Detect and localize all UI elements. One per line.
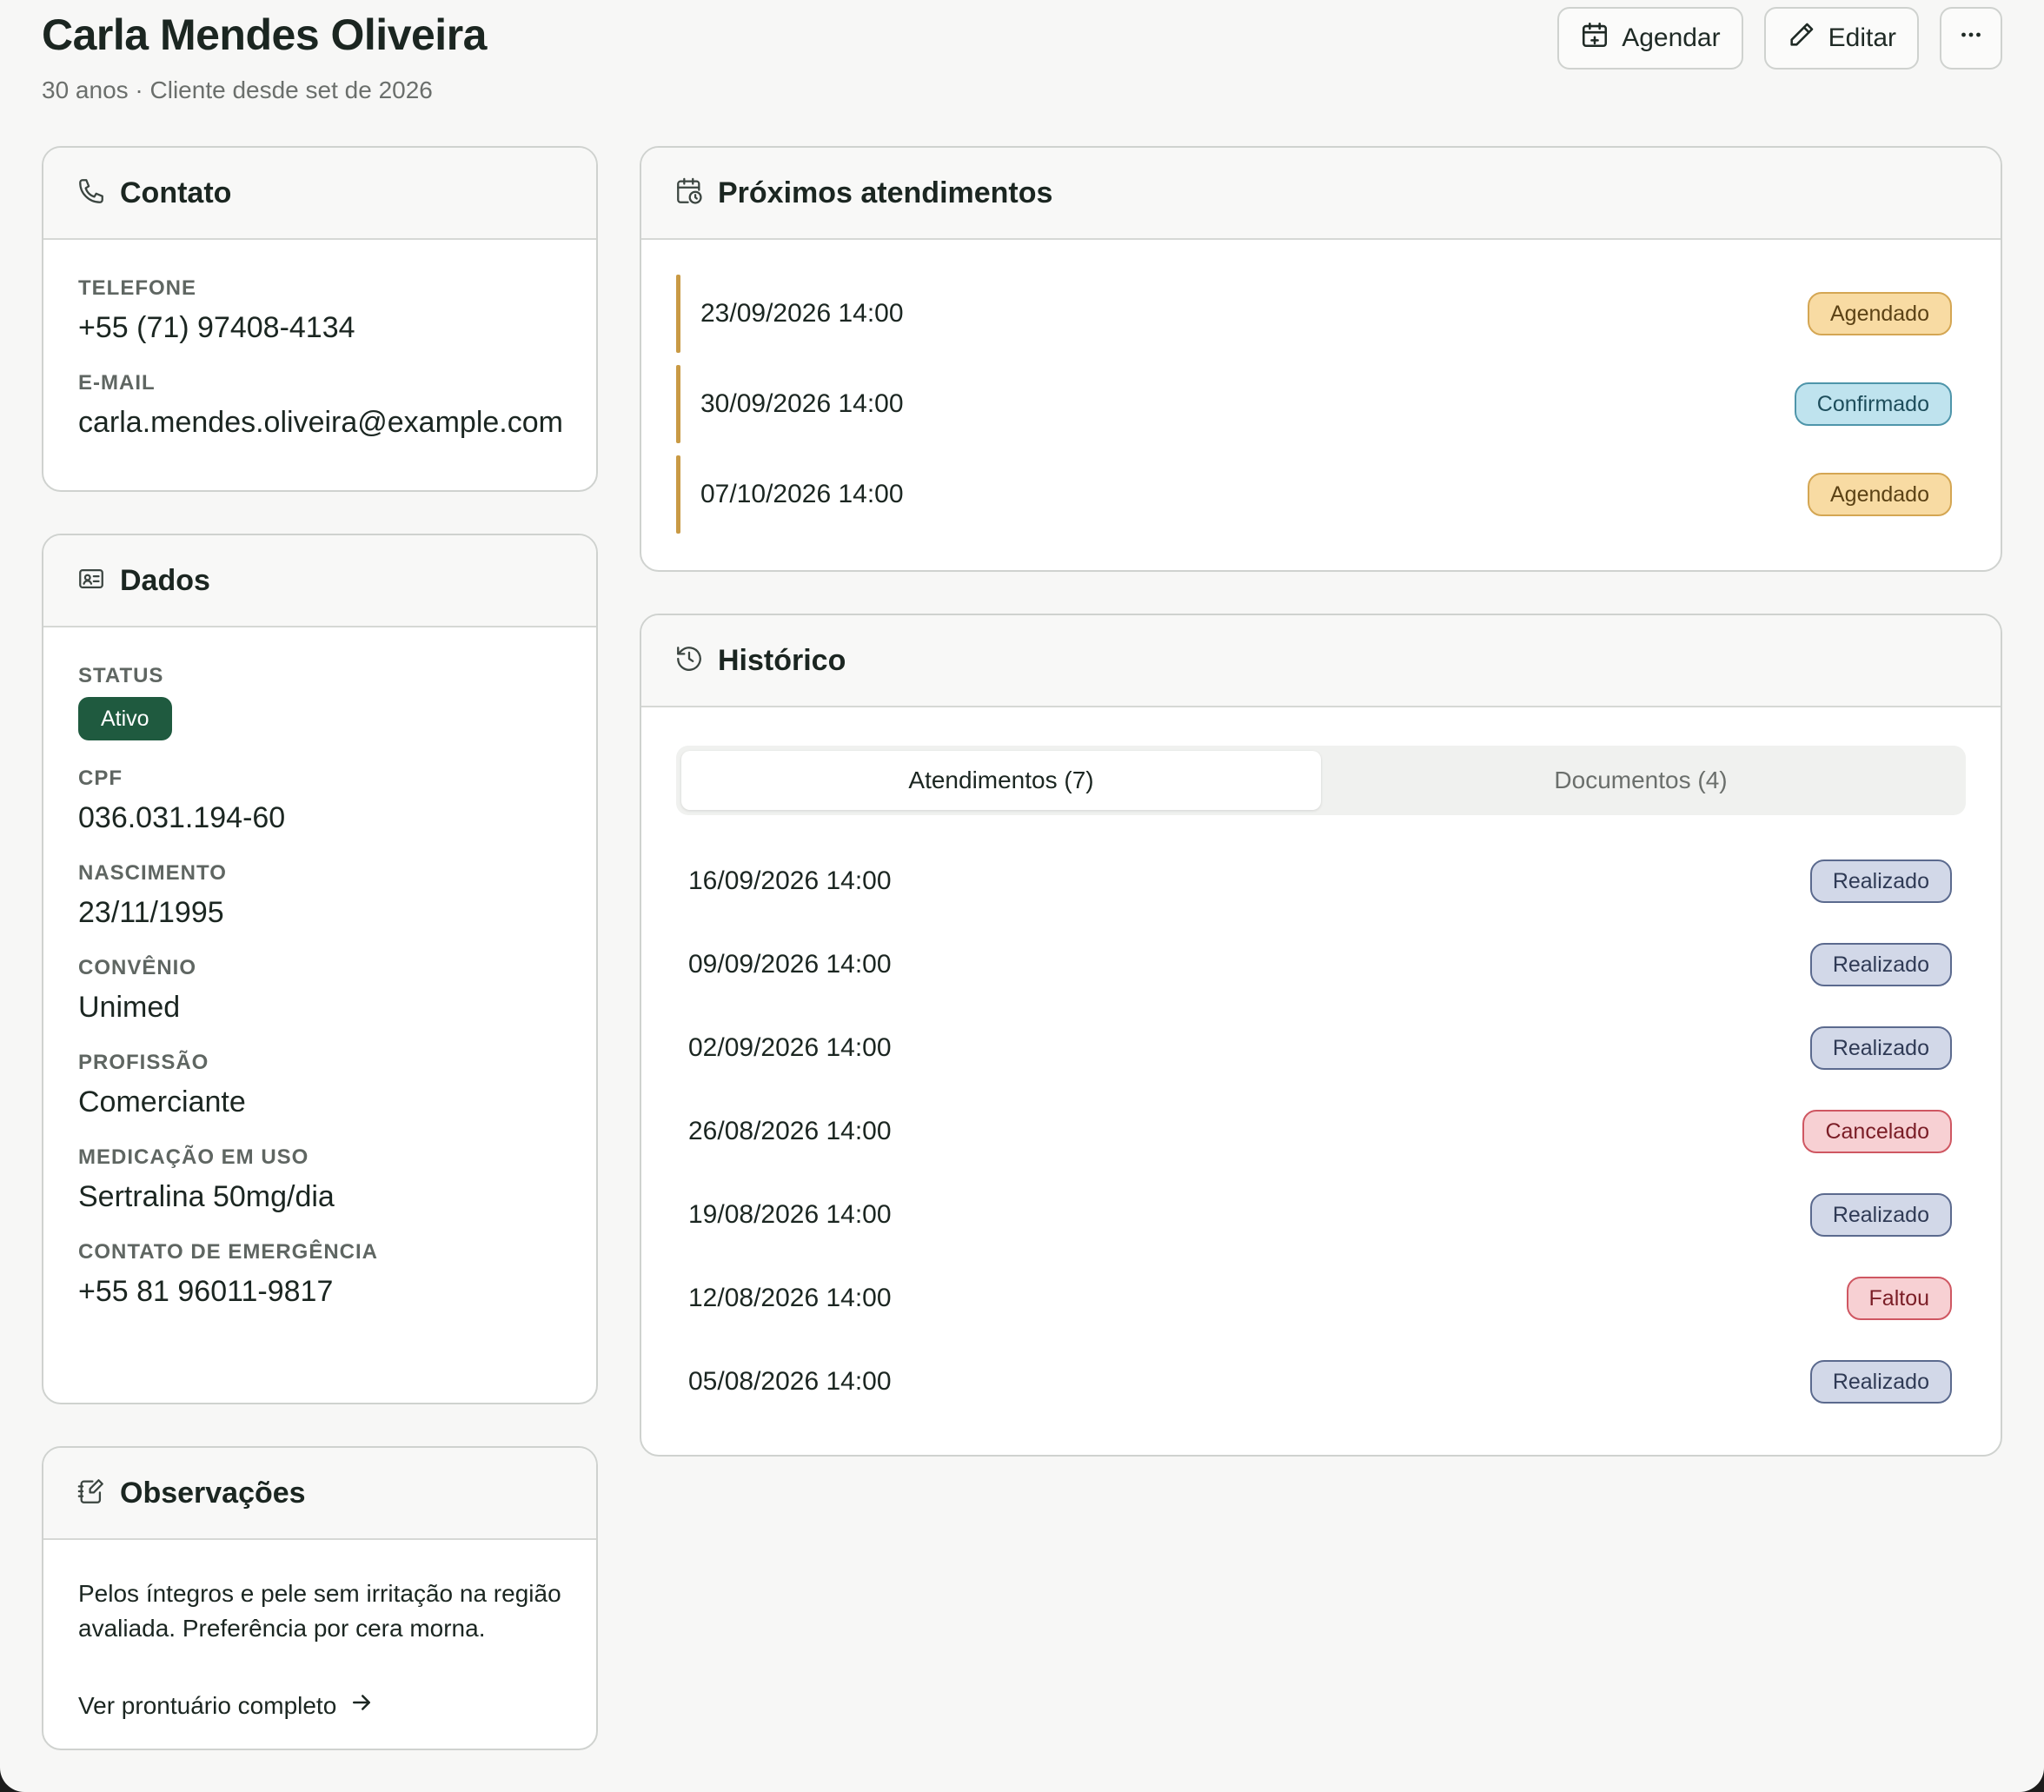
edit-button[interactable]: Editar <box>1763 7 1919 70</box>
status-badge: Realizado <box>1809 1026 1952 1070</box>
history-icon <box>674 644 704 678</box>
history-item[interactable]: 02/09/2026 14:00 Realizado <box>688 1022 1952 1074</box>
history-date: 19/08/2026 14:00 <box>688 1200 892 1229</box>
history-item[interactable]: 12/08/2026 14:00 Faltou <box>688 1272 1952 1324</box>
upcoming-accent-bar <box>676 275 680 353</box>
client-subtitle: 30 anos · Cliente desde set de 2026 <box>42 76 433 103</box>
status-badge: Ativo <box>78 697 172 740</box>
cpf-field: CPF 036.031.194-60 <box>43 767 596 835</box>
notes-text: Pelos íntegros e pele sem irritação na r… <box>78 1580 561 1642</box>
pencil-icon <box>1787 20 1816 56</box>
contact-card-title: Contato <box>120 176 232 209</box>
history-card: Histórico Atendimentos (7) Documentos (4… <box>640 614 2002 1457</box>
calendar-clock-icon <box>674 176 704 210</box>
upcoming-item[interactable]: 07/10/2026 14:00 Agendado <box>676 455 1952 534</box>
status-field: STATUS Ativo <box>43 664 596 740</box>
email-value: carla.mendes.oliveira@example.com <box>78 406 563 439</box>
email-label: E-MAIL <box>78 371 156 395</box>
id-card-icon <box>76 564 106 598</box>
status-badge: Realizado <box>1809 1360 1952 1404</box>
profession-value: Comerciante <box>78 1085 246 1118</box>
header-actions: Agendar Editar <box>1557 7 2002 70</box>
insurance-label: CONVÊNIO <box>78 956 197 979</box>
history-item[interactable]: 19/08/2026 14:00 Realizado <box>688 1189 1952 1241</box>
profession-label: PROFISSÃO <box>78 1051 209 1074</box>
schedule-button[interactable]: Agendar <box>1557 7 1743 70</box>
history-tabs: Atendimentos (7) Documentos (4) <box>676 746 1966 815</box>
status-label: STATUS <box>78 664 164 687</box>
upcoming-date: 30/09/2026 14:00 <box>700 389 904 418</box>
profession-field: PROFISSÃO Comerciante <box>43 1051 596 1119</box>
details-card-title: Dados <box>120 563 210 597</box>
history-card-header: Histórico <box>641 615 2001 707</box>
contact-card-header: Contato <box>43 148 596 240</box>
history-date: 26/08/2026 14:00 <box>688 1117 892 1145</box>
notebook-pen-icon <box>76 1477 106 1510</box>
history-date: 16/09/2026 14:00 <box>688 866 892 895</box>
client-profile-page: Carla Mendes Oliveira 30 anos · Cliente … <box>0 0 2044 1792</box>
medication-value: Sertralina 50mg/dia <box>78 1180 335 1213</box>
history-date: 05/08/2026 14:00 <box>688 1367 892 1396</box>
insurance-value: Unimed <box>78 991 181 1024</box>
status-badge: Agendado <box>1807 292 1952 335</box>
status-badge: Faltou <box>1846 1277 1952 1320</box>
emergency-contact-field: CONTATO DE EMERGÊNCIA +55 81 96011-9817 <box>43 1240 596 1309</box>
emergency-contact-value: +55 81 96011-9817 <box>78 1275 334 1308</box>
details-card: Dados STATUS Ativo CPF 036.031.194-60 NA… <box>42 534 598 1404</box>
history-item[interactable]: 09/09/2026 14:00 Realizado <box>688 939 1952 991</box>
history-date: 12/08/2026 14:00 <box>688 1284 892 1312</box>
upcoming-accent-bar <box>676 455 680 534</box>
upcoming-card: Próximos atendimentos 23/09/2026 14:00 A… <box>640 146 2002 572</box>
schedule-button-label: Agendar <box>1622 23 1721 52</box>
upcoming-item[interactable]: 23/09/2026 14:00 Agendado <box>676 275 1952 353</box>
upcoming-accent-bar <box>676 365 680 443</box>
emergency-contact-label: CONTATO DE EMERGÊNCIA <box>78 1240 379 1264</box>
history-item[interactable]: 05/08/2026 14:00 Realizado <box>688 1356 1952 1408</box>
notes-card-header: Observações <box>43 1448 596 1540</box>
history-item[interactable]: 16/09/2026 14:00 Realizado <box>688 855 1952 907</box>
cpf-label: CPF <box>78 767 123 790</box>
phone-field: TELEFONE +55 (71) 97408-4134 <box>43 276 596 345</box>
insurance-field: CONVÊNIO Unimed <box>43 956 596 1025</box>
upcoming-date: 07/10/2026 14:00 <box>700 480 904 508</box>
edit-button-label: Editar <box>1828 23 1896 52</box>
more-options-button[interactable] <box>1940 7 2002 70</box>
status-badge: Realizado <box>1809 1193 1952 1237</box>
birth-field: NASCIMENTO 23/11/1995 <box>43 861 596 930</box>
upcoming-date: 23/09/2026 14:00 <box>700 299 904 328</box>
email-field: E-MAIL carla.mendes.oliveira@example.com <box>43 371 596 440</box>
contact-card: Contato TELEFONE +55 (71) 97408-4134 E-M… <box>42 146 598 492</box>
status-badge: Confirmado <box>1794 382 1952 426</box>
medication-field: MEDICAÇÃO EM USO Sertralina 50mg/dia <box>43 1145 596 1214</box>
notes-card: Observações Pelos íntegros e pele sem ir… <box>42 1446 598 1750</box>
upcoming-card-title: Próximos atendimentos <box>718 176 1053 209</box>
birth-label: NASCIMENTO <box>78 861 227 885</box>
phone-value: +55 (71) 97408-4134 <box>78 311 355 344</box>
phone-icon <box>76 176 106 210</box>
history-date: 09/09/2026 14:00 <box>688 950 892 979</box>
history-date: 02/09/2026 14:00 <box>688 1033 892 1062</box>
upcoming-card-header: Próximos atendimentos <box>641 148 2001 240</box>
status-badge: Agendado <box>1807 473 1952 516</box>
details-card-header: Dados <box>43 535 596 627</box>
cpf-value: 036.031.194-60 <box>78 801 286 834</box>
tab-appointments[interactable]: Atendimentos (7) <box>681 751 1321 810</box>
tab-documents[interactable]: Documentos (4) <box>1321 751 1961 810</box>
status-badge: Realizado <box>1809 859 1952 903</box>
page-header: Carla Mendes Oliveira 30 anos · Cliente … <box>42 7 2002 106</box>
medication-label: MEDICAÇÃO EM USO <box>78 1145 309 1169</box>
upcoming-item[interactable]: 30/09/2026 14:00 Confirmado <box>676 365 1952 443</box>
calendar-plus-icon <box>1580 20 1609 56</box>
birth-value: 23/11/1995 <box>78 896 224 929</box>
notes-card-title: Observações <box>120 1476 306 1510</box>
history-item[interactable]: 26/08/2026 14:00 Cancelado <box>688 1105 1952 1158</box>
status-badge: Cancelado <box>1802 1110 1952 1153</box>
full-record-link[interactable]: Ver prontuário completo <box>78 1689 375 1722</box>
arrow-right-icon <box>348 1689 375 1722</box>
history-card-title: Histórico <box>718 643 846 677</box>
status-badge: Realizado <box>1809 943 1952 986</box>
full-record-link-label: Ver prontuário completo <box>78 1691 337 1719</box>
phone-label: TELEFONE <box>78 276 197 300</box>
more-horizontal-icon <box>1956 20 1986 56</box>
